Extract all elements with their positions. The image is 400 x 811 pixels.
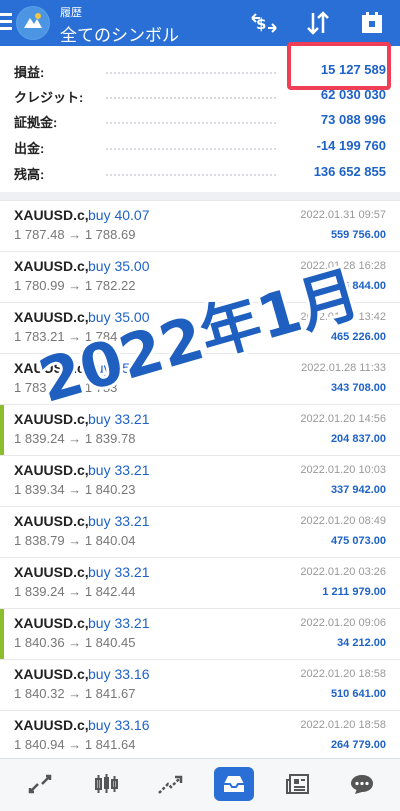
menu-icon[interactable] bbox=[0, 13, 12, 33]
deal-prices: 1 787.48 → 1 788.69 bbox=[14, 227, 136, 242]
deal-prices: 1 840.94 → 1 841.64 bbox=[14, 737, 136, 752]
deal-time: 2022.01.28 13:42 bbox=[300, 311, 386, 323]
deal-profit: 465 226.00 bbox=[330, 331, 386, 343]
summary-row-balance: 残高: 136 652 855 bbox=[14, 164, 386, 184]
deal-row[interactable]: XAUUSD.c, buy 40.07 1 787.48 → 1 788.69 … bbox=[0, 200, 400, 252]
deal-time: 2022.01.20 18:58 bbox=[300, 668, 386, 680]
deal-row[interactable]: XAUUSD.c, buy 33.21 1 839.34 → 1 840.23 … bbox=[0, 455, 400, 507]
deal-prices: 1 780.99 → 1 782.22 bbox=[14, 278, 136, 293]
deal-profit: 1 211 979.00 bbox=[322, 586, 386, 598]
deal-symbol: XAUUSD.c, bbox=[14, 309, 89, 325]
deal-marker bbox=[0, 405, 4, 456]
chart-icon[interactable] bbox=[86, 767, 126, 801]
deal-profit: 204 837.00 bbox=[330, 433, 386, 445]
deal-row[interactable]: XAUUSD.c, buy 33.16 1 840.32 → 1 841.67 … bbox=[0, 659, 400, 711]
deal-prices: 1 783.21 → 1 783 bbox=[14, 380, 118, 395]
news-icon[interactable] bbox=[278, 767, 318, 801]
deal-prices: 1 783.21 → 1 784.3 bbox=[14, 329, 129, 344]
summary-label: クレジット: bbox=[14, 90, 84, 105]
history-chart-icon[interactable] bbox=[150, 767, 190, 801]
deal-symbol: XAUUSD.c, bbox=[14, 258, 89, 274]
summary-label: 残高: bbox=[14, 167, 45, 182]
deal-side: buy 33.16 bbox=[88, 717, 150, 733]
deal-symbol: XAUUSD.c, bbox=[14, 666, 89, 682]
summary-row-withdrawal: 出金: -14 199 760 bbox=[14, 138, 386, 158]
deal-time: 2022.01.28 16:28 bbox=[300, 260, 386, 272]
inbox-icon[interactable] bbox=[214, 767, 254, 801]
deal-profit: 496 844.00 bbox=[330, 280, 386, 292]
section-divider bbox=[0, 192, 400, 200]
deal-side: buy 35.00 bbox=[88, 309, 150, 325]
deal-profit: 34 212.00 bbox=[337, 637, 386, 649]
deal-time: 2022.01.28 11:33 bbox=[301, 362, 386, 374]
deal-symbol: XAUUSD.c, bbox=[14, 207, 89, 223]
deal-marker bbox=[0, 609, 4, 660]
deal-prices: 1 839.34 → 1 840.23 bbox=[14, 482, 136, 497]
app-logo bbox=[16, 6, 50, 40]
trade-icon[interactable] bbox=[20, 767, 60, 801]
deal-time: 2022.01.20 10:03 bbox=[300, 464, 386, 476]
deal-row[interactable]: XAUUSD.c, buy 35.00 1 783.21 → 1 784.3 2… bbox=[0, 302, 400, 354]
deal-prices: 1 839.24 → 1 839.78 bbox=[14, 431, 136, 446]
deal-profit: 559 756.00 bbox=[330, 229, 386, 241]
deal-time: 2022.01.20 03:26 bbox=[300, 566, 386, 578]
deal-profit: 475 073.00 bbox=[330, 535, 386, 547]
deal-side: buy 35.00 bbox=[88, 360, 150, 376]
deal-profit: 337 942.00 bbox=[330, 484, 386, 496]
header-title: 全てのシンボル bbox=[60, 26, 179, 45]
deal-side: buy 33.21 bbox=[88, 615, 150, 631]
summary-row-credit: クレジット: 62 030 030 bbox=[14, 87, 386, 107]
deal-time: 2022.01.20 08:49 bbox=[300, 515, 386, 527]
deal-row[interactable]: XAUUSD.c, buy 33.21 1 840.36 → 1 840.45 … bbox=[0, 608, 400, 660]
summary-label: 証拠金: bbox=[14, 115, 58, 130]
deal-side: buy 33.21 bbox=[88, 564, 150, 580]
bottom-nav bbox=[0, 758, 400, 811]
deal-row[interactable]: XAUUSD.c, buy 33.21 1 839.24 → 1 842.44 … bbox=[0, 557, 400, 609]
deal-time: 2022.01.31 09:57 bbox=[300, 209, 386, 221]
calendar-icon[interactable] bbox=[358, 10, 386, 36]
deal-symbol: XAUUSD.c, bbox=[14, 411, 89, 427]
deal-time: 2022.01.20 09:06 bbox=[300, 617, 386, 629]
deal-row[interactable]: XAUUSD.c, buy 35.00 1 783.21 → 1 783 202… bbox=[0, 353, 400, 405]
deal-profit: 343 708.00 bbox=[330, 382, 386, 394]
deal-symbol: XAUUSD.c, bbox=[14, 717, 89, 733]
deal-time: 2022.01.20 14:56 bbox=[300, 413, 386, 425]
deal-profit: 510 641.00 bbox=[330, 688, 386, 700]
deal-symbol: XAUUSD.c, bbox=[14, 513, 89, 529]
deal-symbol: XAUUSD.c, bbox=[14, 462, 89, 478]
deal-side: buy 33.16 bbox=[88, 666, 150, 682]
deal-profit: 264 779.00 bbox=[330, 739, 386, 751]
summary-row-deposit: 証拠金: 73 088 996 bbox=[14, 112, 386, 132]
deal-symbol: XAUUSD.c, bbox=[14, 615, 89, 631]
deal-row[interactable]: XAUUSD.c, buy 35.00 1 780.99 → 1 782.22 … bbox=[0, 251, 400, 303]
deal-side: buy 35.00 bbox=[88, 258, 150, 274]
deal-side: buy 33.21 bbox=[88, 462, 150, 478]
deal-prices: 1 840.32 → 1 841.67 bbox=[14, 686, 136, 701]
profit-highlight-box bbox=[287, 42, 391, 90]
summary-value: 73 088 996 bbox=[320, 112, 386, 127]
deal-prices: 1 839.24 → 1 842.44 bbox=[14, 584, 136, 599]
summary-value: 136 652 855 bbox=[313, 164, 386, 179]
deal-time: 2022.01.20 18:58 bbox=[300, 719, 386, 731]
summary-label: 損益: bbox=[14, 65, 45, 80]
deal-row[interactable]: XAUUSD.c, buy 33.21 1 838.79 → 1 840.04 … bbox=[0, 506, 400, 558]
summary-label: 出金: bbox=[14, 141, 45, 156]
deal-row[interactable]: XAUUSD.c, buy 33.16 1 840.94 → 1 841.64 … bbox=[0, 710, 400, 762]
header-subtitle: 履歴 bbox=[60, 7, 82, 19]
deal-row[interactable]: XAUUSD.c, buy 33.21 1 839.24 → 1 839.78 … bbox=[0, 404, 400, 456]
deal-side: buy 33.21 bbox=[88, 411, 150, 427]
deal-symbol: XAUUSD.c, bbox=[14, 360, 89, 376]
deal-side: buy 40.07 bbox=[88, 207, 150, 223]
deal-prices: 1 838.79 → 1 840.04 bbox=[14, 533, 136, 548]
summary-value: -14 199 760 bbox=[316, 138, 386, 153]
deal-symbol: XAUUSD.c, bbox=[14, 564, 89, 580]
currency-filter-icon[interactable]: $ bbox=[250, 10, 278, 36]
app-header: 履歴 全てのシンボル $ bbox=[0, 0, 400, 46]
deal-prices: 1 840.36 → 1 840.45 bbox=[14, 635, 136, 650]
chat-icon[interactable] bbox=[342, 767, 382, 801]
deal-side: buy 33.21 bbox=[88, 513, 150, 529]
sort-icon[interactable] bbox=[304, 10, 332, 36]
